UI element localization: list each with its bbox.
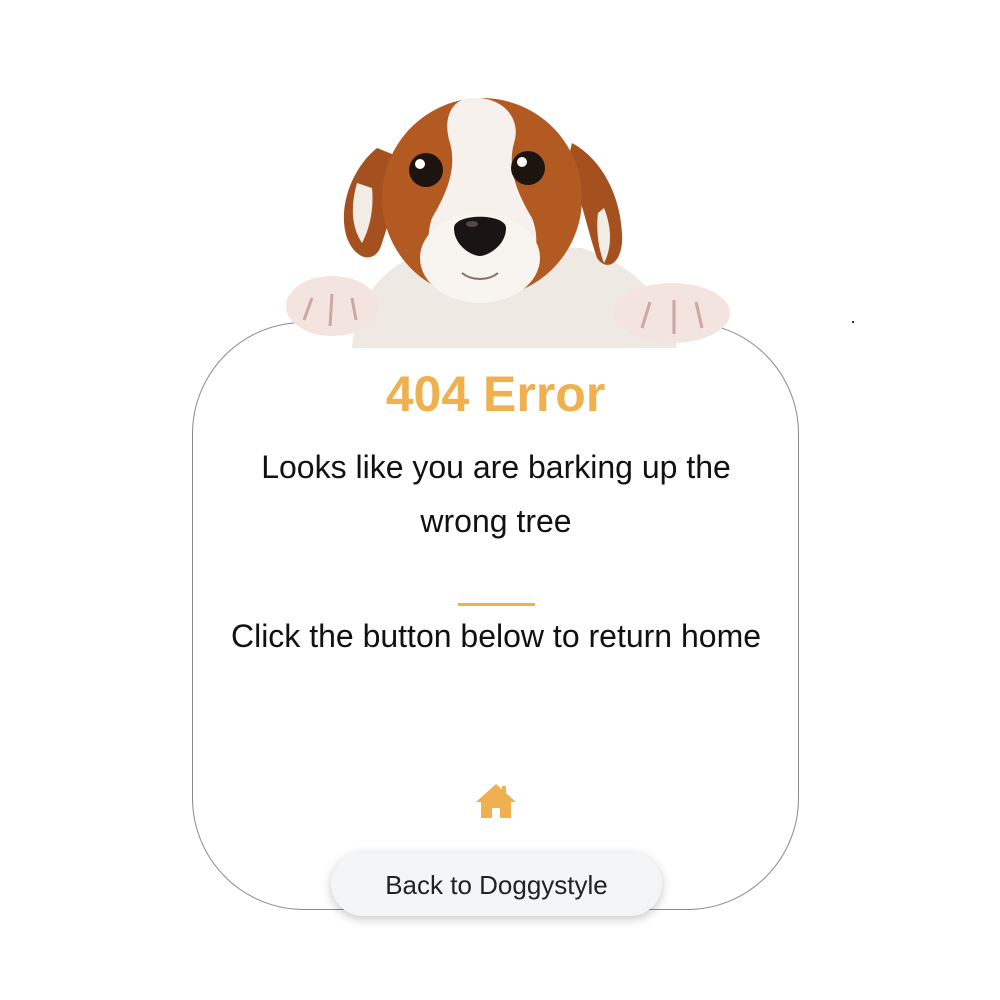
error-title: 404 Error xyxy=(385,366,606,422)
back-home-button[interactable]: Back to Doggystyle xyxy=(331,852,662,916)
return-instruction: Click the button below to return home xyxy=(230,618,762,654)
home-icon[interactable] xyxy=(474,782,518,820)
error-page: 404 Error Looks like you are barking up … xyxy=(0,0,1000,1000)
error-message: Looks like you are barking up the wrong … xyxy=(261,449,731,539)
decorative-speck xyxy=(852,321,854,323)
puppy-illustration xyxy=(286,97,730,348)
accent-divider xyxy=(458,603,535,606)
